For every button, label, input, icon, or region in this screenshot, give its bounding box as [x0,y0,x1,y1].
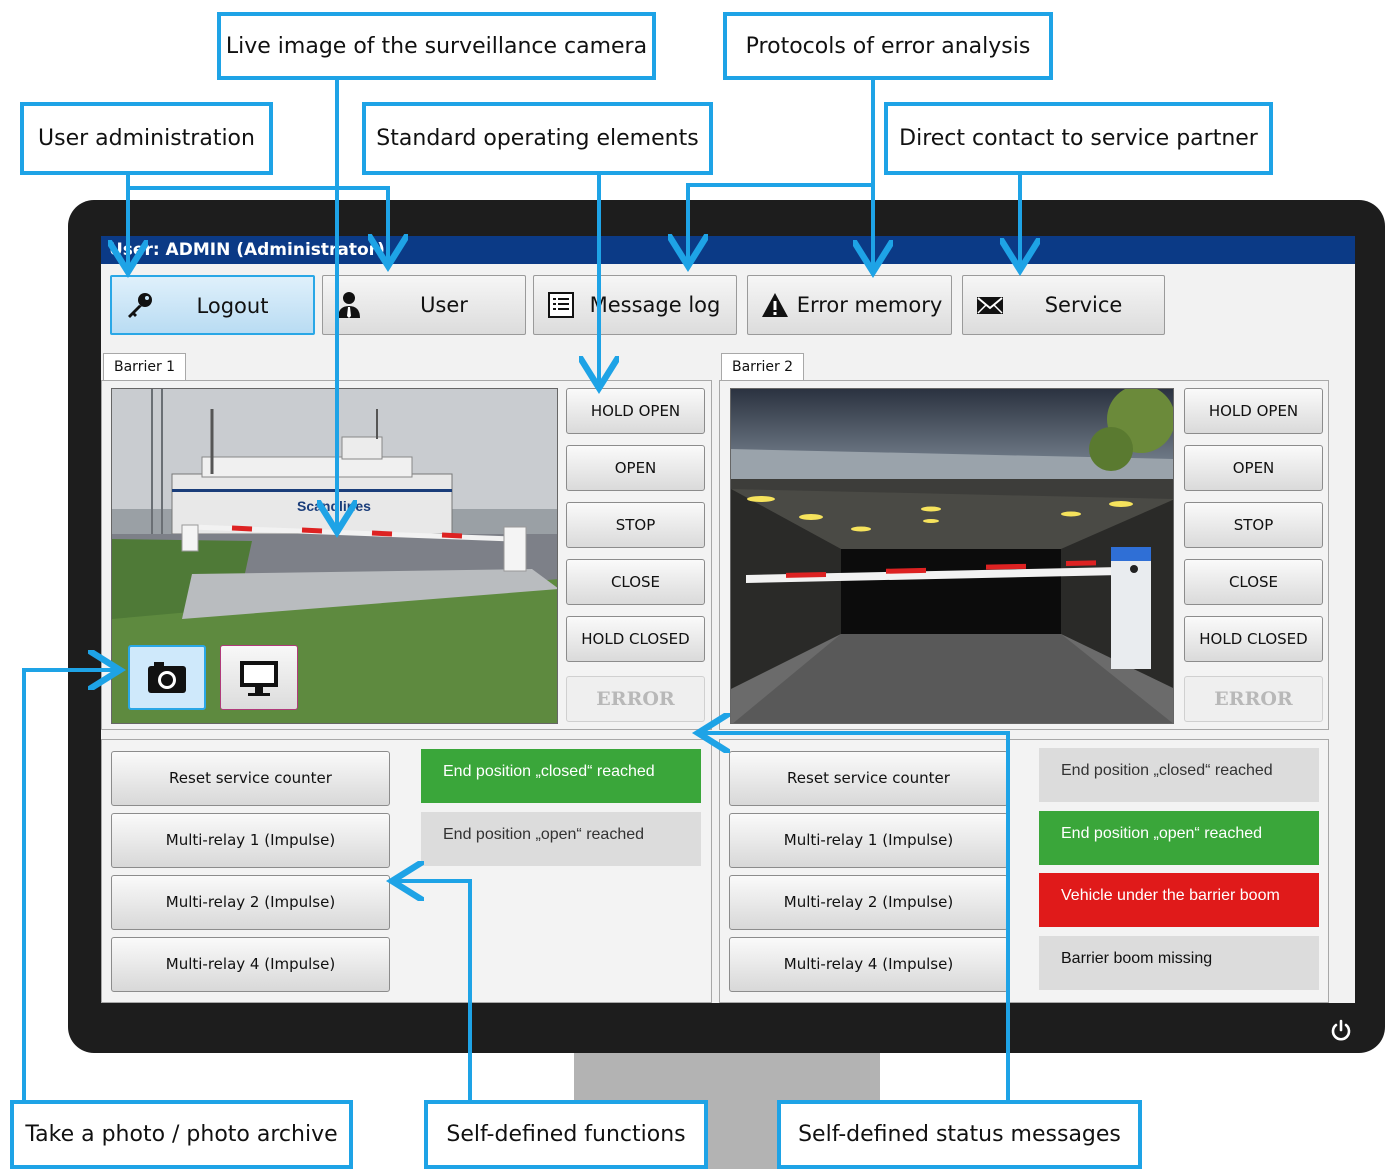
photo-archive-button[interactable] [220,645,298,710]
camera-view-barrier-1: Scandlines [111,388,558,724]
person-icon [338,292,360,318]
message-log-label: Message log [589,293,721,317]
user-bar: User: ADMIN (Administrator) [101,236,1355,264]
user-label: User [420,293,468,317]
hold-closed-button[interactable]: HOLD CLOSED [566,616,705,662]
service-button[interactable]: Service [962,275,1165,335]
hold-closed-button-2[interactable]: HOLD CLOSED [1184,616,1323,662]
hold-open-button[interactable]: HOLD OPEN [566,388,705,434]
error-memory-button[interactable]: Error memory [747,275,952,335]
error-indicator-2: ERROR [1184,676,1323,722]
error-indicator: ERROR [566,676,705,722]
open-button[interactable]: OPEN [566,445,705,491]
monitor-icon [240,661,278,696]
callout-user-administration: User administration [20,102,273,175]
reset-service-counter-button-2[interactable]: Reset service counter [729,751,1008,806]
status-vehicle-under-boom: Vehicle under the barrier boom [1039,873,1319,927]
callout-self-defined-status: Self-defined status messages [777,1100,1142,1169]
multi-relay-4-button[interactable]: Multi-relay 4 (Impulse) [111,937,390,992]
power-icon[interactable] [1328,1018,1354,1044]
logout-label: Logout [196,294,269,318]
take-photo-button[interactable] [128,645,206,710]
close-button[interactable]: CLOSE [566,559,705,605]
callout-direct-contact: Direct contact to service partner [884,102,1273,175]
status-boom-missing: Barrier boom missing [1039,936,1319,990]
logout-button[interactable]: Logout [110,275,315,335]
callout-protocols: Protocols of error analysis [723,12,1053,80]
control-screen: User: ADMIN (Administrator) Logout User … [101,236,1355,1003]
multi-relay-1-button[interactable]: Multi-relay 1 (Impulse) [111,813,390,868]
tab-barrier-2[interactable]: Barrier 2 [721,353,805,381]
status-open-reached-2: End position „open“ reached [1039,811,1319,865]
multi-relay-4-button-2[interactable]: Multi-relay 4 (Impulse) [729,937,1008,992]
list-icon [548,292,574,318]
stop-button-2[interactable]: STOP [1184,502,1323,548]
envelope-icon [977,297,1003,314]
message-log-button[interactable]: Message log [533,275,737,335]
open-button-2[interactable]: OPEN [1184,445,1323,491]
error-memory-label: Error memory [796,293,943,317]
callout-take-photo: Take a photo / photo archive [10,1100,353,1169]
callout-live-image: Live image of the surveillance camera [217,12,656,80]
close-button-2[interactable]: CLOSE [1184,559,1323,605]
tab-barrier-1[interactable]: Barrier 1 [103,353,187,381]
camera-view-barrier-2 [730,388,1174,724]
user-button[interactable]: User [322,275,526,335]
callout-standard-operating: Standard operating elements [362,102,713,175]
hold-open-button-2[interactable]: HOLD OPEN [1184,388,1323,434]
service-label: Service [1044,293,1123,317]
warning-icon [762,293,788,317]
garage-entrance-image [731,389,1173,723]
reset-service-counter-button[interactable]: Reset service counter [111,751,390,806]
ship-name-text: Scandlines [297,498,371,514]
status-open-reached: End position „open“ reached [421,812,701,866]
multi-relay-2-button[interactable]: Multi-relay 2 (Impulse) [111,875,390,930]
stop-button[interactable]: STOP [566,502,705,548]
multi-relay-2-button-2[interactable]: Multi-relay 2 (Impulse) [729,875,1008,930]
status-closed-reached-2: End position „closed“ reached [1039,748,1319,802]
key-icon [128,293,152,318]
status-closed-reached: End position „closed“ reached [421,749,701,803]
camera-icon [148,662,186,693]
callout-self-defined-functions: Self-defined functions [424,1100,708,1169]
multi-relay-1-button-2[interactable]: Multi-relay 1 (Impulse) [729,813,1008,868]
